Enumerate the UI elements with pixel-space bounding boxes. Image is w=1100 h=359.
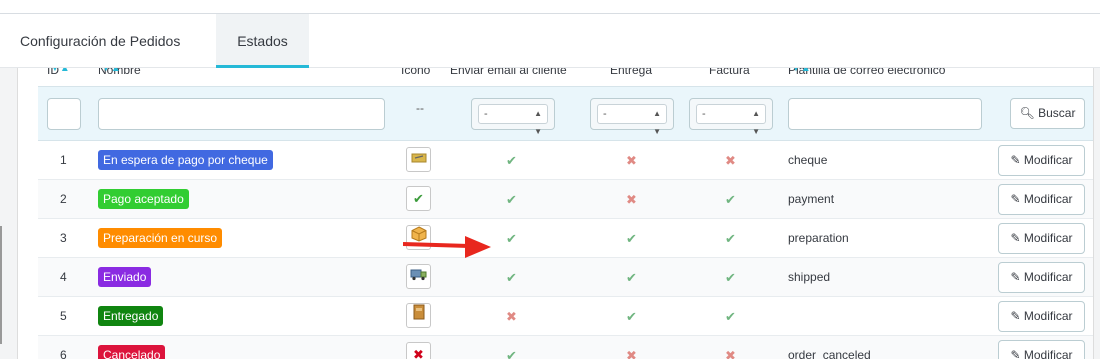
cheque-icon — [406, 147, 431, 172]
edit-button-label: Modificar — [1023, 153, 1073, 167]
left-sidebar-edge — [0, 68, 18, 359]
check-icon: ✔ — [725, 309, 736, 324]
check-icon: ✔ — [626, 309, 637, 324]
sort-arrows-icon[interactable]: ▼▲ — [791, 68, 811, 74]
status-badge: Preparación en curso — [98, 228, 223, 248]
row-template: shipped — [788, 270, 831, 284]
check-icon: ✔ — [725, 192, 736, 207]
filter-send-email-select[interactable]: - ▲ ▼ — [471, 98, 555, 136]
row-id: 3 — [60, 231, 67, 245]
pencil-icon: ✎ — [1010, 270, 1021, 284]
left-edge-marker — [0, 226, 2, 344]
edit-button[interactable]: ✎ Modificar — [998, 301, 1085, 332]
cross-icon: ✖ — [626, 192, 637, 207]
header-invoice: Factura — [709, 68, 750, 77]
cross-icon: ✖ — [506, 309, 517, 324]
cross-icon: ✖ — [725, 153, 736, 168]
check-icon: ✔ — [506, 231, 517, 246]
check-icon: ✔ — [725, 270, 736, 285]
truck-icon — [406, 264, 431, 289]
pencil-icon: ✎ — [1010, 192, 1021, 206]
pencil-icon: ✎ — [1010, 231, 1021, 245]
tab-order-settings[interactable]: Configuración de Pedidos — [0, 14, 216, 68]
row-id: 6 — [60, 348, 67, 359]
table-row[interactable]: 2 Pago aceptado ✔ ✔ ✖ ✔ payment ✎ Modifi… — [38, 180, 1093, 219]
edit-button-label: Modificar — [1023, 270, 1073, 284]
check-icon: ✔ — [406, 186, 431, 211]
row-id: 5 — [60, 309, 67, 323]
edit-button[interactable]: ✎ Modificar — [998, 223, 1085, 254]
row-template: payment — [788, 192, 835, 206]
edit-button-label: Modificar — [1023, 309, 1073, 323]
scrollbar-track[interactable] — [1093, 68, 1100, 359]
row-template: preparation — [788, 231, 849, 245]
cancel-icon: ✖ — [406, 342, 431, 359]
row-id: 1 — [60, 153, 67, 167]
filter-icon-placeholder: -- — [416, 101, 424, 115]
cross-icon: ✖ — [725, 348, 736, 359]
header-send-email: Enviar email al cliente — [450, 68, 567, 77]
tabs-bar: Configuración de Pedidos Estados — [0, 14, 1100, 68]
sort-arrows-icon[interactable]: ▼▲ — [101, 68, 121, 74]
package-icon — [406, 303, 431, 328]
filter-send-email-value: - — [484, 108, 488, 120]
filter-template-input[interactable] — [788, 98, 982, 130]
pencil-icon: ✎ — [1010, 309, 1021, 323]
check-icon: ✔ — [626, 231, 637, 246]
select-arrows-icon: ▲ ▼ — [752, 109, 760, 136]
search-button-label: Buscar — [1038, 106, 1076, 120]
row-template: cheque — [788, 153, 828, 167]
table-row[interactable]: 3 Preparación en curso ✔ ✔ ✔ preparation… — [38, 219, 1093, 258]
select-arrows-icon: ▲ ▼ — [653, 109, 661, 136]
order-status-table: ID ▼▲ Nombre ▼▲ Icono Enviar email al clie… — [38, 68, 1093, 359]
top-strip — [0, 0, 1100, 14]
check-icon: ✔ — [506, 348, 517, 359]
edit-button[interactable]: ✎ Modificar — [998, 262, 1085, 293]
table-row[interactable]: 1 En espera de pago por cheque ✔ ✖ ✖ che… — [38, 141, 1093, 180]
table-row[interactable]: 6 Cancelado ✖ ✔ ✖ ✖ order_canceled ✎ Mod… — [38, 336, 1093, 359]
edit-button[interactable]: ✎ Modificar — [998, 184, 1085, 215]
status-badge: Enviado — [98, 267, 152, 287]
edit-button[interactable]: ✎ Modificar — [998, 145, 1085, 176]
filter-invoice-select[interactable]: - ▲ ▼ — [689, 98, 773, 136]
filter-name-input[interactable] — [98, 98, 385, 130]
pencil-icon: ✎ — [1010, 153, 1021, 167]
sort-arrows-icon[interactable]: ▼▲ — [50, 68, 70, 74]
filter-delivery-value: - — [603, 108, 607, 120]
filter-delivery-select[interactable]: - ▲ ▼ — [590, 98, 674, 136]
select-arrows-icon: ▲ ▼ — [534, 109, 542, 136]
status-badge: Entregado — [98, 306, 164, 326]
cross-icon: ✖ — [626, 348, 637, 359]
tab-statuses[interactable]: Estados — [216, 14, 309, 68]
status-badge: En espera de pago por cheque — [98, 150, 273, 170]
check-icon: ✔ — [506, 153, 517, 168]
pencil-icon: ✎ — [1010, 348, 1021, 359]
cross-icon: ✖ — [626, 153, 637, 168]
check-icon: ✔ — [626, 270, 637, 285]
edit-button-label: Modificar — [1023, 231, 1073, 245]
filter-row: -- - ▲ ▼ - ▲ ▼ - ▲ ▼ 🔍︎ Buscar — [38, 86, 1093, 141]
edit-button[interactable]: ✎ Modificar — [998, 340, 1085, 359]
header-icon: Icono — [401, 68, 431, 77]
filter-invoice-value: - — [702, 108, 706, 120]
annotation-arrow — [403, 236, 491, 258]
tab-statuses-label: Estados — [237, 33, 288, 49]
table-row[interactable]: 5 Entregado ✖ ✔ ✔ ✎ Modificar — [38, 297, 1093, 336]
header-delivery: Entrega — [610, 68, 653, 77]
table-header-row: ID ▼▲ Nombre ▼▲ Icono Enviar email al clie… — [38, 68, 1093, 81]
status-badge: Cancelado — [98, 345, 166, 359]
row-id: 4 — [60, 270, 67, 284]
table-row[interactable]: 4 Enviado ✔ ✔ ✔ shipped ✎ Modificar — [38, 258, 1093, 297]
row-template: order_canceled — [788, 348, 871, 359]
status-badge: Pago aceptado — [98, 189, 189, 209]
edit-button-label: Modificar — [1023, 348, 1073, 359]
search-button[interactable]: 🔍︎ Buscar — [1010, 98, 1085, 129]
edit-button-label: Modificar — [1023, 192, 1073, 206]
search-icon: 🔍︎ — [1019, 106, 1035, 120]
filter-id-input[interactable] — [47, 98, 81, 130]
check-icon: ✔ — [725, 231, 736, 246]
check-icon: ✔ — [506, 270, 517, 285]
row-id: 2 — [60, 192, 67, 206]
check-icon: ✔ — [506, 192, 517, 207]
